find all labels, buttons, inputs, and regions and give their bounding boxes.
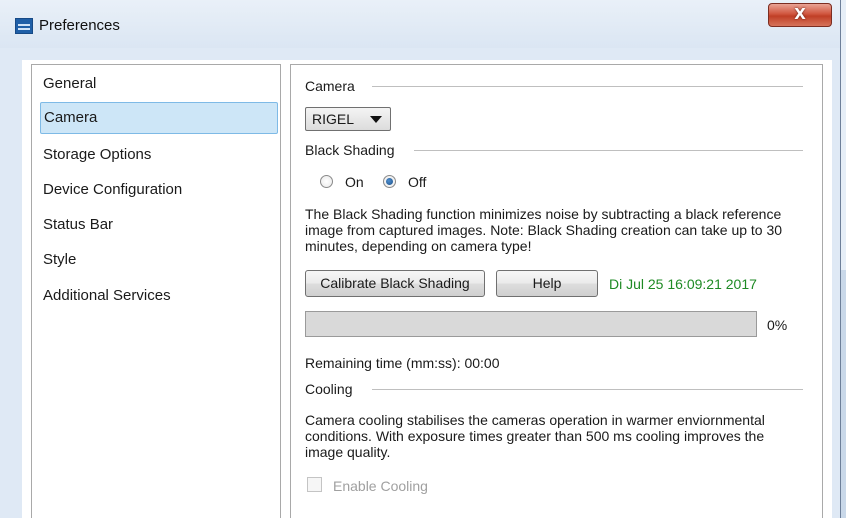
- camera-select-value: RIGEL: [312, 111, 355, 127]
- sidebar-item-label: Device Configuration: [43, 181, 183, 198]
- calibration-progress-bar: [305, 311, 757, 337]
- cooling-description: Camera cooling stabilises the cameras op…: [305, 412, 765, 460]
- camera-section-title: Camera: [305, 78, 365, 94]
- remaining-time: Remaining time (mm:ss): 00:00: [305, 355, 500, 371]
- title-bar[interactable]: Preferences X: [0, 0, 840, 48]
- sidebar-item-label: Style: [43, 251, 77, 268]
- sidebar-item-label: Camera: [44, 109, 98, 126]
- sidebar-item-label: Storage Options: [43, 146, 152, 163]
- black-shading-on-radio[interactable]: [320, 175, 333, 188]
- sidebar-item-label: General: [43, 75, 97, 92]
- preferences-window: Preferences X General Camera Storage Opt…: [0, 0, 841, 518]
- camera-select[interactable]: RIGEL: [305, 107, 391, 131]
- black-shading-section-divider: [414, 150, 803, 151]
- black-shading-on-label[interactable]: On: [345, 174, 364, 190]
- preferences-sidebar: General Camera Storage Options Device Co…: [31, 64, 281, 518]
- help-button-label: Help: [532, 275, 562, 291]
- help-button[interactable]: Help: [496, 270, 598, 297]
- black-shading-section-title: Black Shading: [305, 142, 405, 158]
- sidebar-item-camera[interactable]: Camera: [40, 102, 278, 134]
- black-shading-off-radio[interactable]: [383, 175, 396, 188]
- chevron-down-icon: [370, 116, 382, 123]
- black-shading-description: The Black Shading function minimizes noi…: [305, 206, 783, 254]
- close-button[interactable]: X: [768, 3, 832, 27]
- sidebar-item-additional-services[interactable]: Additional Services: [40, 280, 278, 312]
- calibrate-button-label: Calibrate Black Shading: [320, 275, 470, 291]
- calibrate-black-shading-button[interactable]: Calibrate Black Shading: [305, 270, 485, 297]
- enable-cooling-label[interactable]: Enable Cooling: [333, 478, 428, 494]
- sidebar-item-label: Status Bar: [43, 216, 114, 233]
- progress-percent: 0%: [767, 317, 788, 333]
- cooling-section-title: Cooling: [305, 381, 363, 397]
- cooling-section-divider: [372, 389, 803, 390]
- sidebar-item-label: Additional Services: [43, 287, 171, 304]
- sidebar-item-style[interactable]: Style: [40, 244, 278, 276]
- enable-cooling-checkbox[interactable]: [307, 477, 322, 492]
- sidebar-item-device-configuration[interactable]: Device Configuration: [40, 174, 278, 206]
- camera-section-divider: [372, 86, 803, 87]
- sidebar-item-storage-options[interactable]: Storage Options: [40, 139, 278, 171]
- sidebar-item-status-bar[interactable]: Status Bar: [40, 209, 278, 241]
- calibration-timestamp: Di Jul 25 16:09:21 2017: [609, 276, 757, 292]
- sidebar-item-general[interactable]: General: [40, 68, 278, 100]
- app-icon: [15, 18, 33, 34]
- window-title: Preferences: [39, 17, 120, 34]
- close-icon: X: [794, 5, 806, 23]
- black-shading-off-label[interactable]: Off: [408, 174, 426, 190]
